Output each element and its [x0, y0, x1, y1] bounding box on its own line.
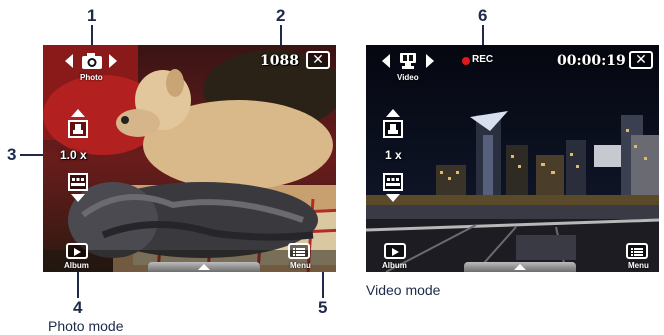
next-mode-arrow[interactable]: [426, 54, 434, 68]
zoom-level: 1 x: [385, 148, 402, 162]
expand-up-icon: [514, 264, 526, 270]
album-label: Album: [382, 261, 407, 270]
control-panel-handle[interactable]: [464, 262, 576, 272]
video-camera-icon[interactable]: [397, 52, 419, 70]
video-mode-screen: Video REC 00:00:19 ✕ 1 x Album Menu: [366, 45, 659, 272]
video-mode-caption: Video mode: [366, 282, 441, 298]
callout-6: 6: [478, 6, 488, 25]
remaining-shots-counter: 1088: [260, 53, 299, 69]
previous-mode-arrow[interactable]: [65, 54, 73, 68]
control-panel-handle[interactable]: [148, 262, 260, 272]
callout-3: 3: [7, 145, 17, 164]
zoom-out-arrow[interactable]: [71, 194, 85, 202]
capture-mode-label: Video: [397, 73, 419, 82]
zoom-wide-icon[interactable]: [68, 173, 88, 191]
next-mode-arrow[interactable]: [109, 54, 117, 68]
menu-label: Menu: [290, 261, 311, 270]
zoom-wide-icon[interactable]: [383, 173, 403, 191]
menu-button[interactable]: [288, 243, 310, 259]
capture-mode-label: Photo: [80, 73, 103, 82]
callout-1: 1: [87, 6, 97, 25]
callout-2: 2: [276, 6, 286, 25]
zoom-out-arrow[interactable]: [386, 194, 400, 202]
menu-button[interactable]: [626, 243, 648, 259]
play-icon: [392, 248, 399, 256]
expand-up-icon: [198, 264, 210, 270]
zoom-telephoto-icon[interactable]: [383, 120, 403, 138]
album-label: Album: [64, 261, 89, 270]
callout-5: 5: [318, 298, 328, 317]
recording-label: REC: [472, 54, 494, 65]
zoom-telephoto-icon[interactable]: [68, 120, 88, 138]
recording-indicator-icon: [462, 57, 470, 65]
album-button[interactable]: [66, 243, 88, 259]
photo-mode-caption: Photo mode: [48, 318, 124, 334]
menu-label: Menu: [628, 261, 649, 270]
album-button[interactable]: [384, 243, 406, 259]
close-button[interactable]: ✕: [306, 51, 330, 69]
play-icon: [74, 248, 81, 256]
close-button[interactable]: ✕: [629, 51, 653, 69]
menu-icon: [631, 248, 643, 256]
callout-4: 4: [73, 298, 83, 317]
camera-icon[interactable]: [81, 52, 103, 70]
photo-mode-screen: Photo 1088 ✕ 1.0 x Album Menu: [43, 45, 336, 272]
previous-mode-arrow[interactable]: [382, 54, 390, 68]
recording-timer: 00:00:19: [557, 53, 626, 69]
zoom-in-arrow[interactable]: [71, 109, 85, 117]
zoom-in-arrow[interactable]: [386, 109, 400, 117]
zoom-level: 1.0 x: [60, 148, 87, 162]
menu-icon: [293, 248, 305, 256]
